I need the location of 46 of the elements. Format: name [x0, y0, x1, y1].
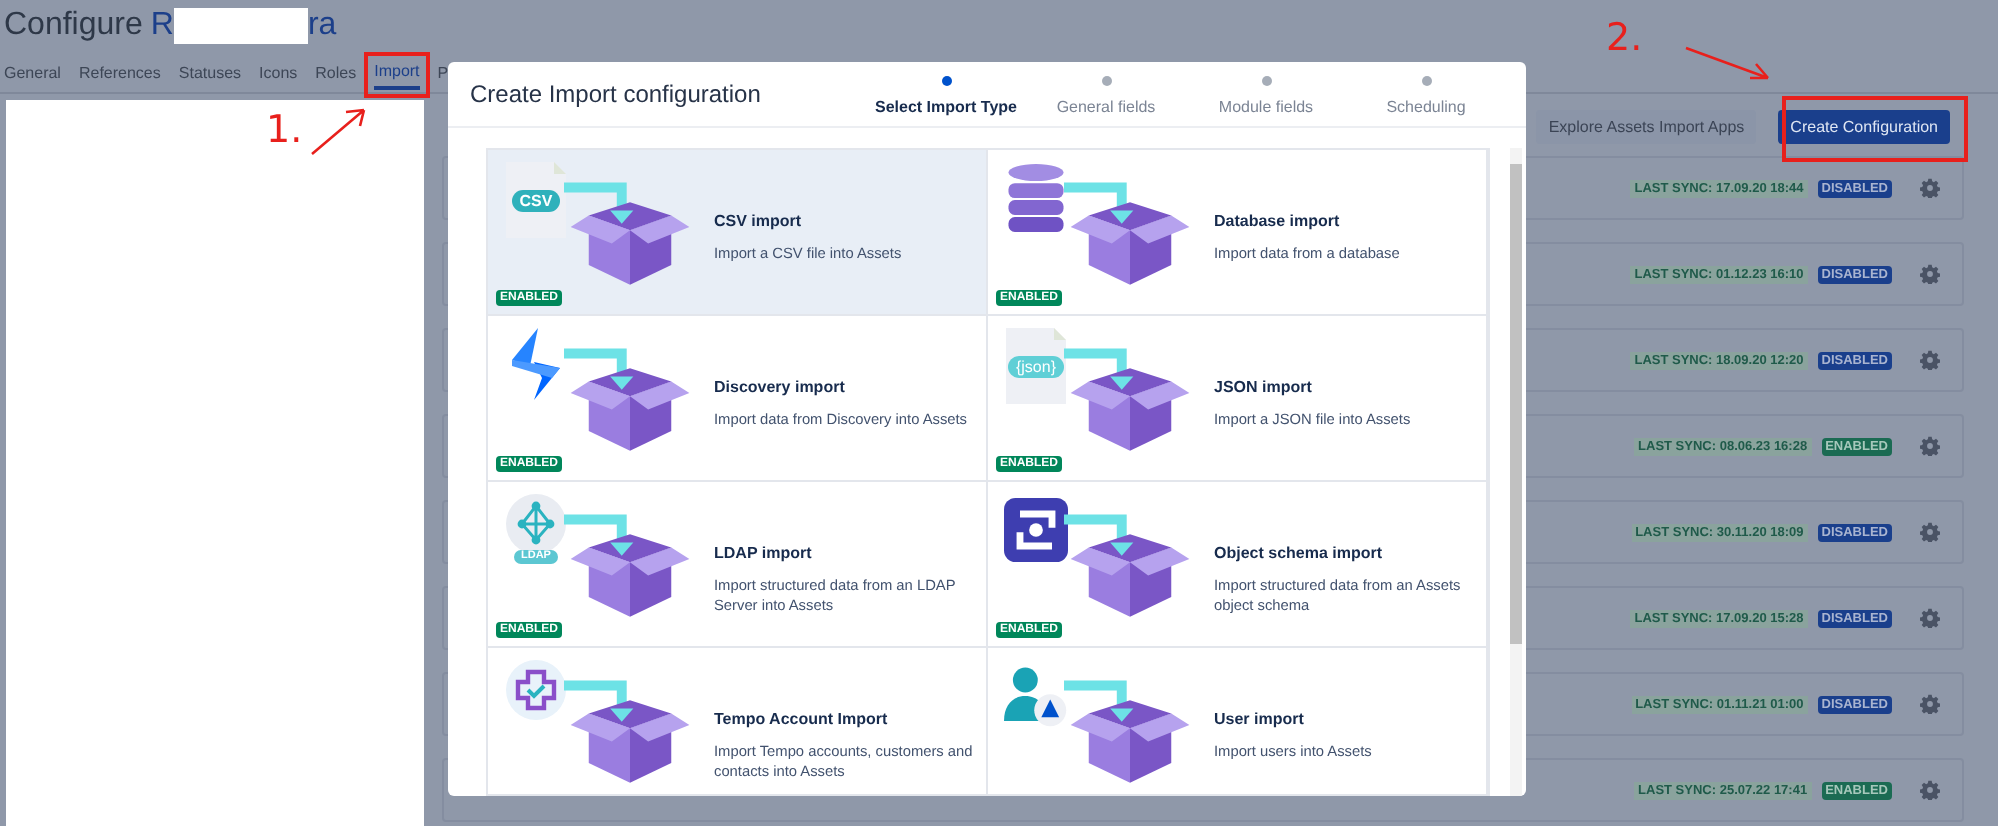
tab[interactable]: Icons	[259, 57, 298, 87]
settings-icon[interactable]	[1920, 350, 1940, 370]
annotation-number: 2.	[1606, 16, 1643, 60]
page-title: Configure	[4, 8, 143, 44]
network-icon	[506, 494, 566, 554]
tab[interactable]: General	[4, 57, 61, 87]
import-type-title: Discovery import	[714, 378, 847, 396]
settings-icon[interactable]	[1920, 436, 1940, 456]
annotation-arrow	[1684, 44, 1772, 84]
annotation-arrow	[308, 106, 368, 158]
settings-icon[interactable]	[1920, 694, 1940, 714]
tab[interactable]: Statuses	[178, 57, 242, 87]
tab[interactable]: P	[437, 57, 449, 87]
settings-icon[interactable]	[1920, 264, 1940, 284]
project-name: ra	[307, 8, 337, 44]
step-label[interactable]: Module fields	[1218, 98, 1314, 116]
plus-check-icon	[506, 660, 566, 720]
step-label[interactable]: Scheduling	[1386, 98, 1466, 116]
import-type-title: LDAP import	[714, 544, 814, 562]
import-type-title: Database import	[1214, 212, 1342, 230]
import-type-title: CSV import	[714, 212, 804, 230]
annotation-number: 1.	[266, 108, 303, 152]
file-type-tag: {json}	[1007, 356, 1065, 378]
settings-icon[interactable]	[1920, 780, 1940, 800]
import-type-title: JSON import	[1214, 378, 1314, 396]
scrollbar[interactable]	[1510, 148, 1522, 796]
import-type-title: Tempo Account Import	[714, 710, 890, 728]
settings-icon[interactable]	[1920, 608, 1940, 628]
create-configuration-button[interactable]: Create Configuration	[1778, 110, 1950, 144]
database-icon	[1004, 162, 1068, 234]
file-type-tag: CSV	[511, 190, 561, 212]
import-type-title: User import	[1214, 710, 1306, 728]
settings-icon[interactable]	[1920, 178, 1940, 198]
step-label[interactable]: General fields	[1056, 98, 1156, 116]
highlight-frame	[364, 52, 430, 98]
tab[interactable]: References	[78, 57, 161, 87]
project-name: R	[150, 8, 174, 44]
step-label[interactable]: Select Import Type	[875, 98, 1017, 116]
schema-icon	[1004, 494, 1068, 566]
settings-icon[interactable]	[1920, 522, 1940, 542]
tab[interactable]: Roles	[315, 57, 357, 87]
tab[interactable]: Import	[374, 55, 420, 89]
dialog-title: Create Import configuration	[470, 80, 763, 108]
explore-apps-button[interactable]: Explore Assets Import Apps	[1536, 110, 1757, 144]
redaction-block	[173, 8, 308, 44]
import-type-title: Object schema import	[1214, 544, 1385, 562]
